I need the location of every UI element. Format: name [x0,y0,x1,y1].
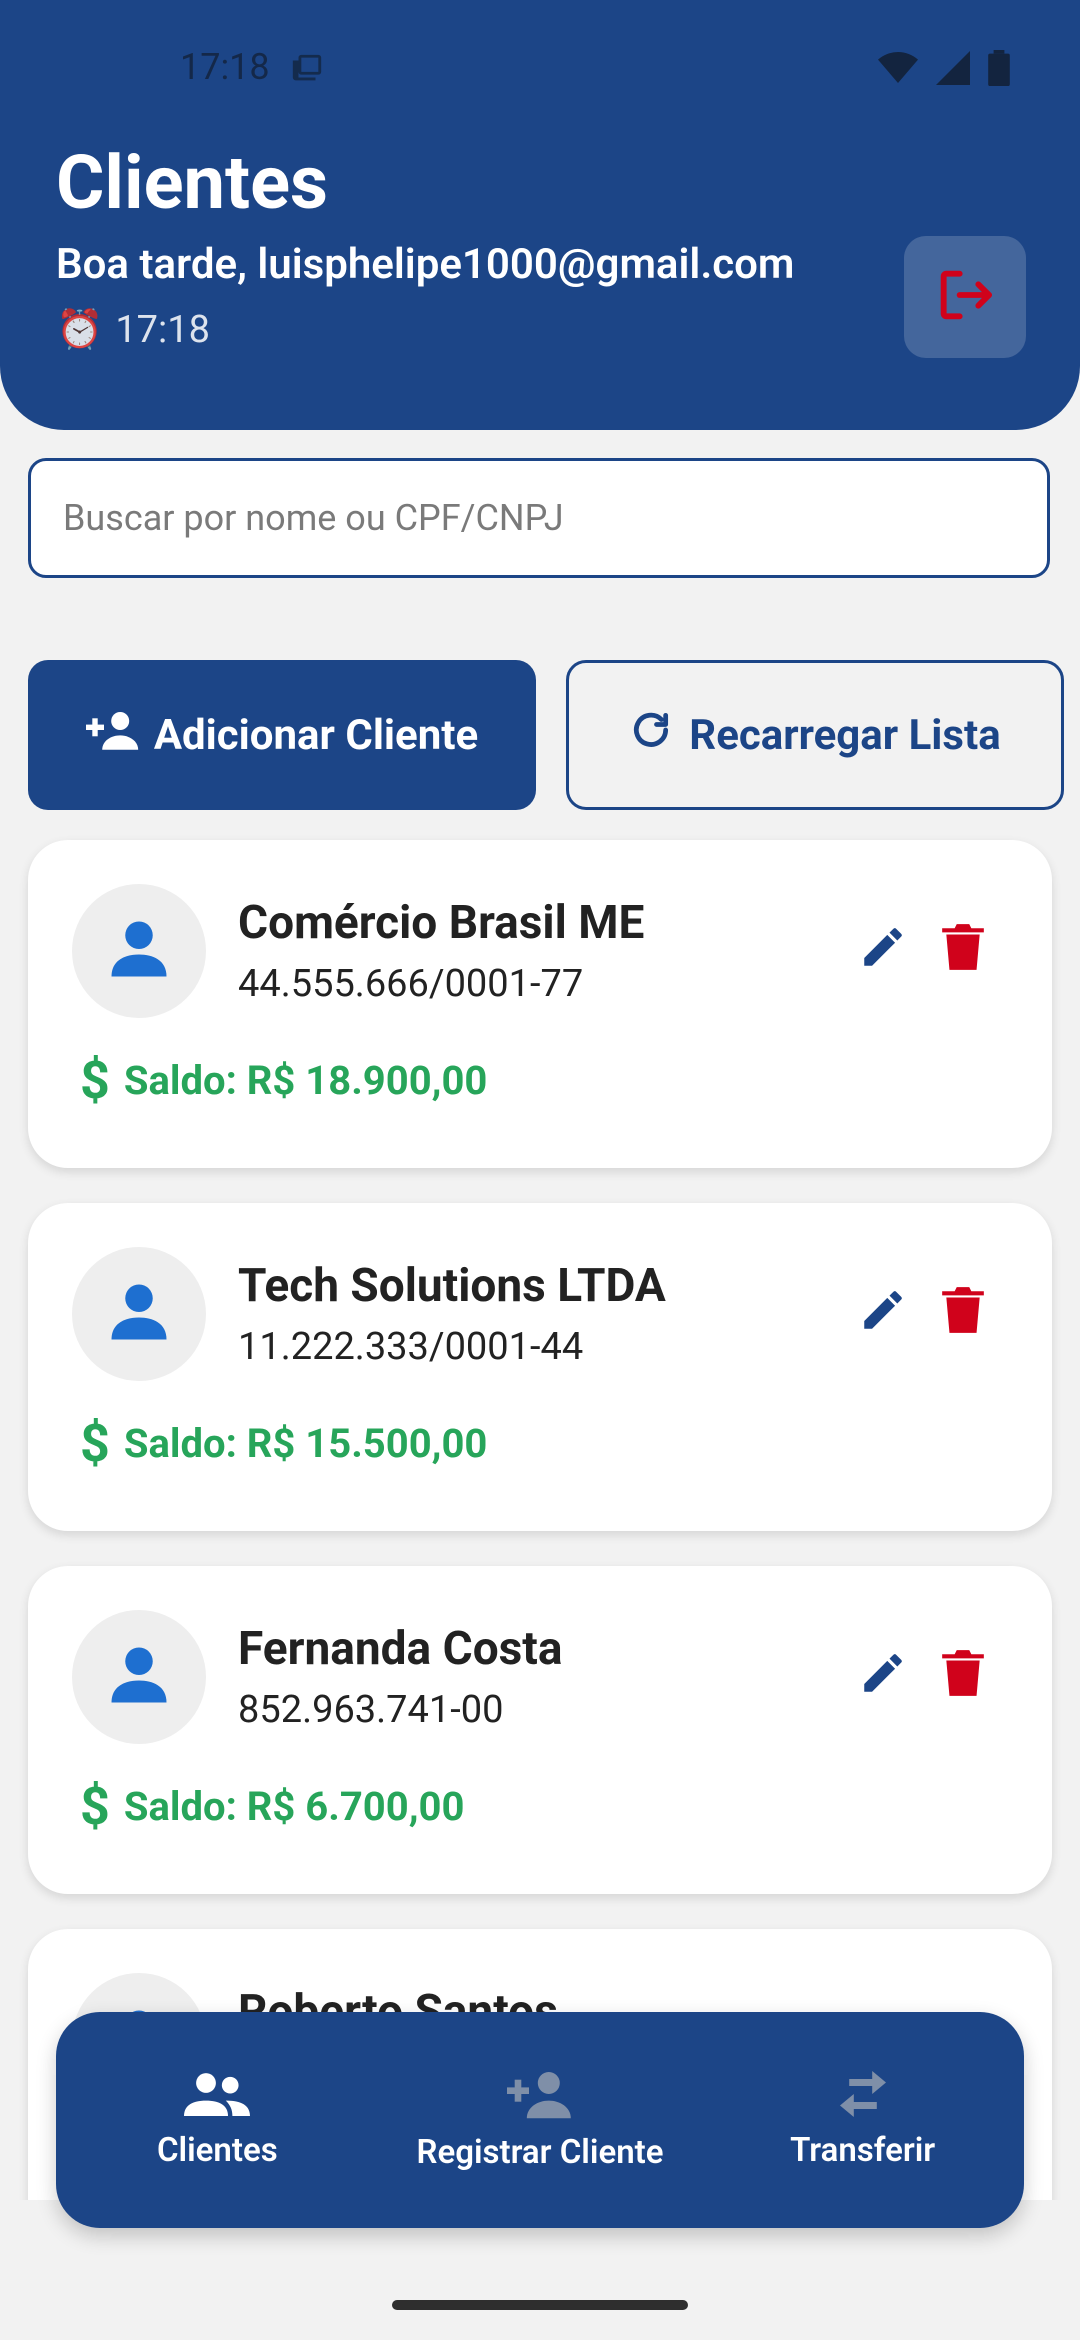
search-placeholder: Buscar por nome ou CPF/CNPJ [63,497,564,539]
nav-item-transferir[interactable]: Transferir [703,2070,1023,2170]
status-bar: 17:18 [0,0,1080,140]
reload-list-button[interactable]: Recarregar Lista [566,660,1064,810]
client-balance: $ Saldo: R$ 6.700,00 [80,1776,464,1837]
app-header: 17:18 Clientes Boa tarde, luisphelipe100… [0,0,1080,430]
wifi-icon [878,51,918,89]
nav-item-clientes[interactable]: Clientes [57,2071,377,2170]
logout-icon [933,263,997,331]
nav-item-registrar-cliente[interactable]: Registrar Cliente [380,2069,700,2172]
client-card[interactable]: Tech Solutions LTDA 11.222.333/0001-44 $… [28,1203,1052,1531]
client-document: 11.222.333/0001-44 [238,1325,584,1369]
edit-icon[interactable] [858,1648,908,1702]
clock-row: ⏰ 17:18 [56,308,210,352]
person-icon [106,916,172,986]
battery-icon [988,50,1010,90]
balance-text: Saldo: R$ 6.700,00 [123,1783,465,1830]
client-card[interactable]: Comércio Brasil ME 44.555.666/0001-77 $ … [28,840,1052,1168]
people-icon [184,2071,251,2121]
logout-button[interactable] [904,236,1026,358]
person-icon [106,1279,172,1349]
status-icons [878,50,1010,90]
nav-label: Transferir [790,2130,936,2170]
header-time: 17:18 [115,308,210,352]
avatar [72,884,206,1018]
client-name: Comércio Brasil ME [238,896,645,950]
balance-text: Saldo: R$ 18.900,00 [123,1057,488,1104]
greeting-text: Boa tarde, luisphelipe1000@gmail.com [56,240,795,289]
edit-icon[interactable] [858,1285,908,1339]
avatar [72,1610,206,1744]
balance-text: Saldo: R$ 15.500,00 [123,1420,488,1467]
avatar [72,1247,206,1381]
person-icon [106,1642,172,1712]
client-document: 852.963.741-00 [238,1688,504,1732]
delete-icon[interactable] [940,922,986,976]
bottom-navigation: Clientes Registrar Cliente Transferir [56,2012,1024,2228]
client-name: Fernanda Costa [238,1622,563,1676]
dollar-icon: $ [80,1050,110,1111]
status-time: 17:18 [180,46,270,88]
client-card[interactable]: Fernanda Costa 852.963.741-00 $ Saldo: R… [28,1566,1052,1894]
page-title: Clientes [56,140,329,227]
nav-label: Clientes [156,2130,278,2170]
edit-icon[interactable] [858,922,908,976]
screenshot-indicator-icon [290,52,324,90]
add-client-label: Adicionar Cliente [153,710,479,760]
add-client-button[interactable]: Adicionar Cliente [28,660,536,810]
delete-icon[interactable] [940,1285,986,1339]
home-indicator[interactable] [392,2300,688,2310]
reload-list-label: Recarregar Lista [689,710,1001,760]
dollar-icon: $ [80,1413,110,1474]
client-balance: $ Saldo: R$ 15.500,00 [80,1413,487,1474]
dollar-icon: $ [80,1776,110,1837]
search-input[interactable]: Buscar por nome ou CPF/CNPJ [28,458,1050,578]
signal-icon [936,51,970,89]
person-add-icon [85,710,140,761]
client-balance: $ Saldo: R$ 18.900,00 [80,1050,487,1111]
refresh-icon [629,708,673,763]
swap-icon [834,2070,892,2121]
alarm-clock-icon: ⏰ [56,308,104,352]
delete-icon[interactable] [940,1648,986,1702]
client-name: Tech Solutions LTDA [238,1259,666,1313]
client-document: 44.555.666/0001-77 [238,962,584,1006]
person-add-icon [506,2069,573,2123]
nav-label: Registrar Cliente [416,2132,664,2172]
